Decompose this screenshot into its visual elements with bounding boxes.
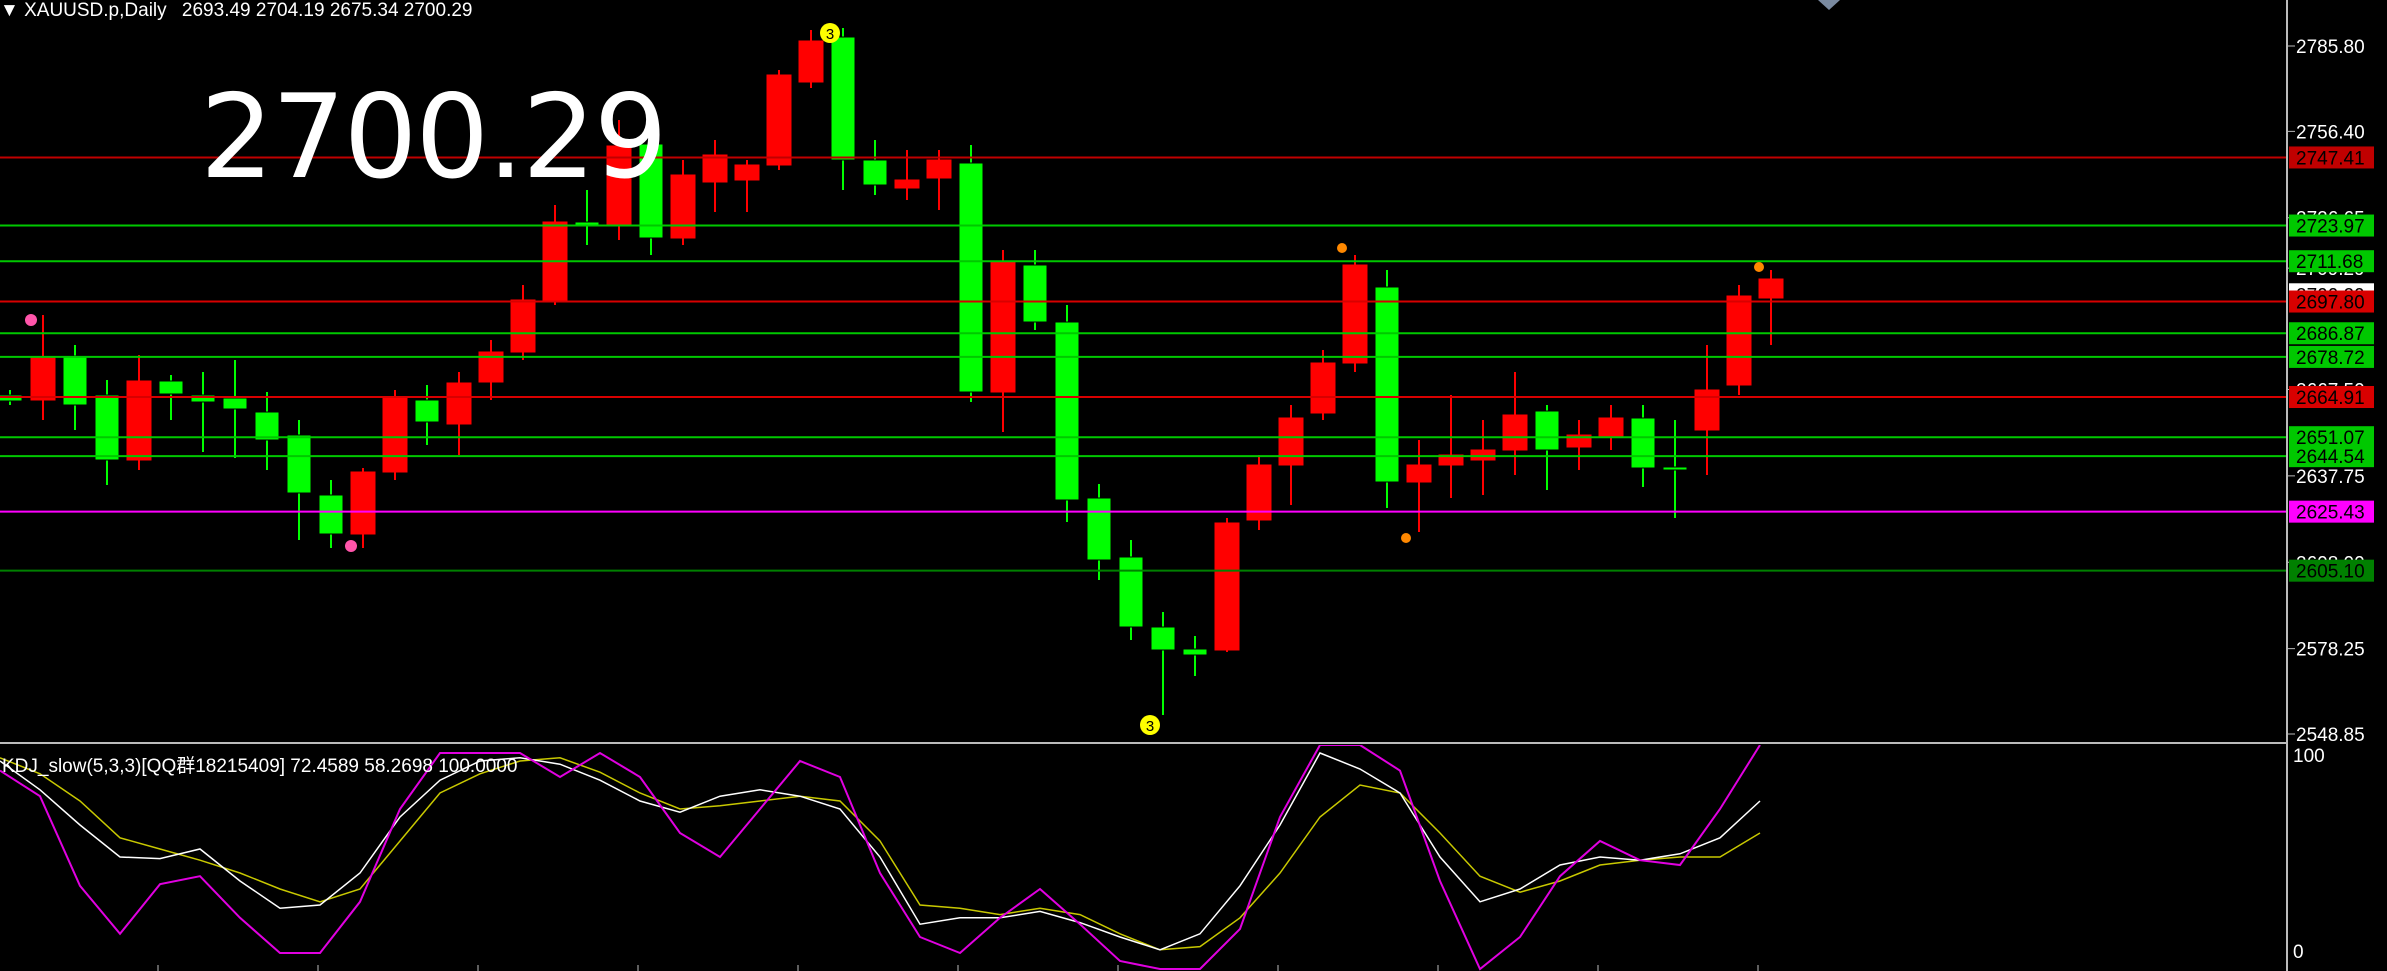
bull-candle[interactable]: [158, 380, 184, 395]
fractal-dot: [1754, 262, 1764, 272]
svg-text:3: 3: [826, 26, 834, 43]
osc-tick-100: 100: [2293, 746, 2325, 767]
bull-candle[interactable]: [1022, 264, 1048, 323]
kdj-title: KDJ_slow(5,3,3)[QQ群18215409] 72.4589 58.…: [2, 756, 518, 777]
osc-tick-0: 0: [2293, 942, 2304, 963]
price-tick-label: 2548.85: [2296, 725, 2365, 745]
bear-candle[interactable]: [446, 382, 472, 425]
bear-candle[interactable]: [702, 154, 728, 183]
chart-header: ▼ XAUUSD.p,Daily 2693.49 2704.19 2675.34…: [0, 0, 472, 22]
bear-candle[interactable]: [1726, 295, 1752, 386]
bear-candle[interactable]: [766, 74, 792, 166]
time-axis-ticks: [157, 965, 1759, 971]
level-price-label: 2747.41: [2296, 148, 2365, 169]
bear-candle[interactable]: [1598, 417, 1624, 437]
level-price-label: 2723.97: [2296, 217, 2365, 238]
price-tick-label: 2785.80: [2296, 37, 2365, 58]
level-price-label: 2625.43: [2296, 503, 2365, 524]
bear-candle[interactable]: [894, 179, 920, 189]
bear-candle[interactable]: [1406, 464, 1432, 483]
level-price-label: 2711.68: [2296, 252, 2363, 273]
bear-candle[interactable]: [350, 471, 376, 535]
bear-candle[interactable]: [1758, 278, 1784, 299]
collapse-arrow-icon[interactable]: ▼: [0, 0, 19, 21]
level-price-label: 2605.10: [2296, 562, 2365, 583]
level-price-label: 2664.91: [2296, 388, 2365, 409]
bull-candle[interactable]: [286, 434, 312, 494]
bull-candle[interactable]: [862, 159, 888, 186]
level-price-label: 2644.54: [2296, 447, 2365, 468]
bear-candle[interactable]: [670, 174, 696, 239]
price-tick-label: 2578.25: [2296, 640, 2365, 661]
fractal-dot: [1401, 533, 1411, 543]
bull-candle[interactable]: [1630, 417, 1656, 469]
bear-candle[interactable]: [1278, 417, 1304, 466]
price-tick-label: 2637.75: [2296, 467, 2365, 488]
kdj-oscillator[interactable]: 100 0: [0, 745, 2387, 971]
bull-candle[interactable]: [1118, 556, 1144, 628]
fractal-dot: [25, 314, 37, 326]
bull-candle[interactable]: [830, 36, 856, 161]
scroll-handle-icon[interactable]: [1818, 0, 1840, 10]
level-price-label: 2678.72: [2296, 348, 2365, 369]
bull-candle[interactable]: [1534, 410, 1560, 451]
kdj-d-line: [0, 757, 1761, 951]
bull-candle[interactable]: [254, 411, 280, 441]
bull-candle[interactable]: [1182, 648, 1208, 656]
swing-bottom-marker: 3: [1140, 715, 1160, 735]
bull-candle[interactable]: [1054, 321, 1080, 501]
bear-candle[interactable]: [1470, 449, 1496, 461]
bear-candle[interactable]: [510, 299, 536, 353]
bull-candle[interactable]: [1086, 497, 1112, 561]
big-price-display: 2700.29: [200, 70, 668, 205]
price-tick-label: 2756.40: [2296, 122, 2365, 143]
bear-candle[interactable]: [1342, 264, 1368, 364]
bear-candle[interactable]: [1694, 389, 1720, 431]
bull-candle[interactable]: [1662, 466, 1688, 471]
bull-candle[interactable]: [1374, 286, 1400, 483]
bear-candle[interactable]: [30, 356, 56, 401]
bear-candle[interactable]: [990, 261, 1016, 393]
bear-candle[interactable]: [382, 397, 408, 473]
swing-top-marker: 3: [820, 23, 840, 43]
bear-candle[interactable]: [926, 159, 952, 179]
fractal-dot: [1337, 243, 1347, 253]
bear-candle[interactable]: [798, 40, 824, 83]
bear-candle[interactable]: [1214, 522, 1240, 651]
bear-candle[interactable]: [126, 380, 152, 461]
level-price-label: 2686.87: [2296, 324, 2365, 345]
bull-candle[interactable]: [1150, 626, 1176, 651]
bull-candle[interactable]: [94, 394, 120, 461]
level-price-label: 2697.80: [2296, 293, 2365, 314]
fractal-dot: [345, 540, 357, 552]
ohlc-values: 2693.49 2704.19 2675.34 2700.29: [181, 0, 473, 21]
bull-candle[interactable]: [414, 399, 440, 423]
symbol-label: XAUUSD.p,Daily: [24, 0, 167, 21]
bull-candle[interactable]: [222, 397, 248, 410]
bull-candle[interactable]: [318, 494, 344, 535]
svg-text:3: 3: [1146, 718, 1154, 735]
bear-candle[interactable]: [1502, 414, 1528, 451]
kdj-k-line: [0, 752, 1761, 951]
bear-candle[interactable]: [1310, 362, 1336, 414]
bear-candle[interactable]: [734, 164, 760, 181]
